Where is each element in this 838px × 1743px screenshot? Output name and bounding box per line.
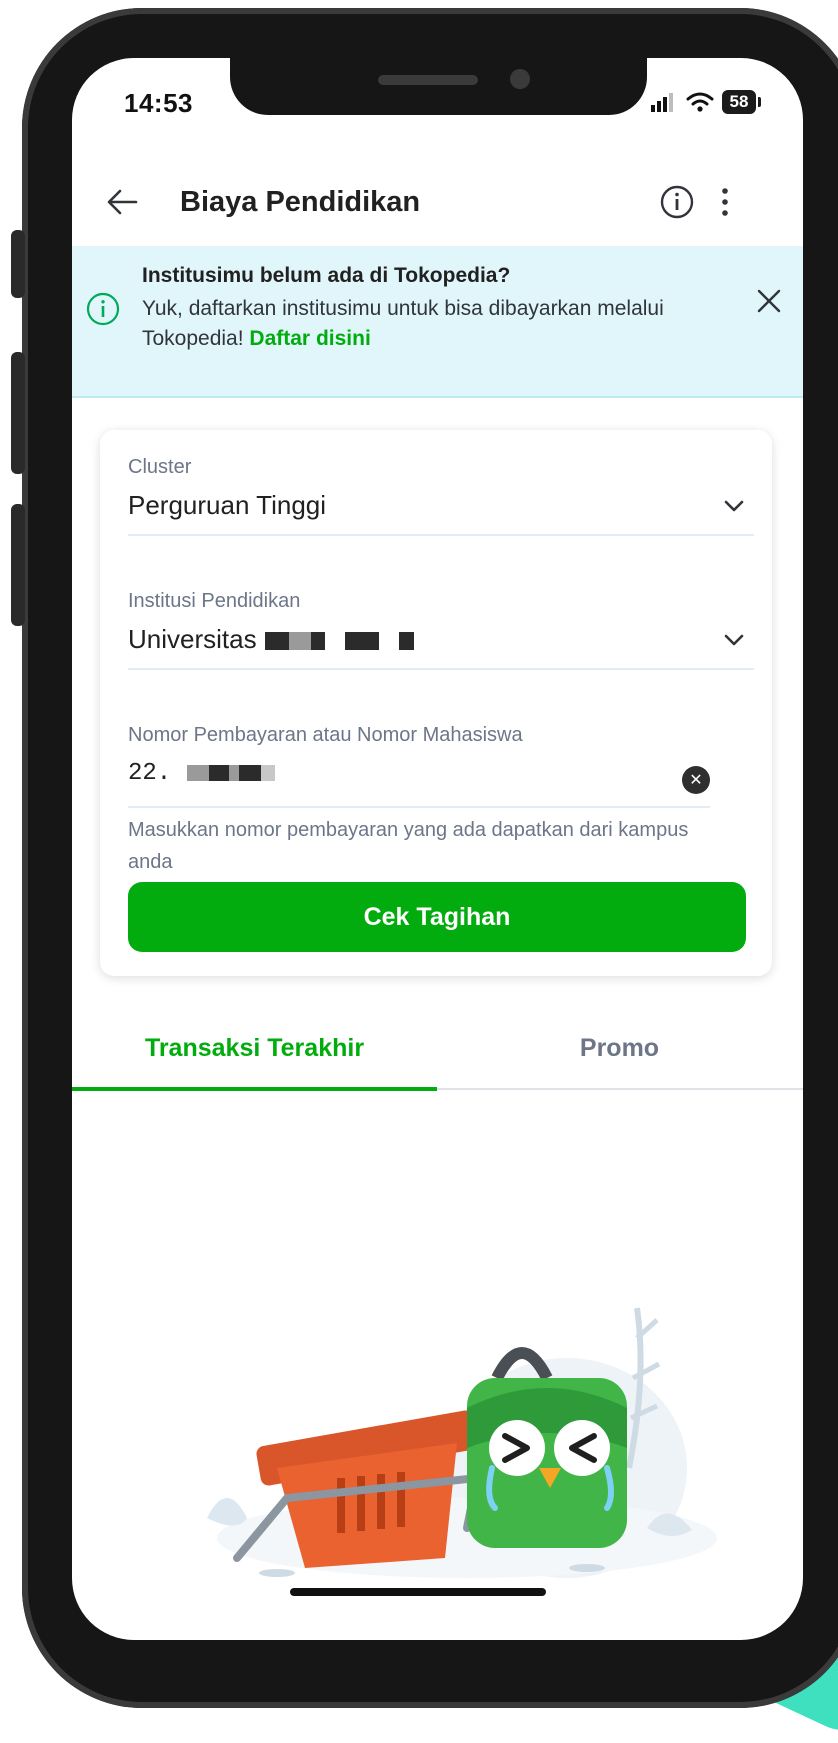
phone-volume-down-button (11, 504, 25, 626)
battery-tip (758, 97, 761, 107)
institution-select[interactable]: Universitas (128, 624, 414, 655)
home-indicator (290, 1588, 546, 1596)
notch-speaker (378, 75, 478, 85)
cellular-signal-icon (651, 93, 673, 112)
chevron-down-icon[interactable] (720, 626, 748, 654)
tab-bar: Transaksi Terakhir Promo (72, 1008, 803, 1091)
banner-title: Institusimu belum ada di Tokopedia? (142, 264, 511, 287)
app-screen: 14:53 58 Biaya Pendidikan Institusimu be… (72, 58, 803, 1640)
battery-indicator: 58 (722, 90, 756, 114)
institution-value: Universitas (128, 624, 257, 654)
institution-underline (128, 668, 754, 670)
tab-promo[interactable]: Promo (437, 1008, 802, 1088)
banner-text: Yuk, daftarkan institusimu untuk bisa di… (142, 294, 702, 354)
cluster-select[interactable]: Perguruan Tinggi (128, 490, 326, 521)
app-header: Biaya Pendidikan (72, 158, 803, 248)
phone-side-button (11, 230, 25, 298)
cluster-label: Cluster (128, 456, 192, 478)
empty-state-illustration (207, 1307, 717, 1578)
info-banner: Institusimu belum ada di Tokopedia? Yuk,… (72, 246, 803, 398)
redacted-text (187, 764, 210, 781)
status-icons: 58 (650, 88, 761, 116)
clear-input-icon[interactable]: ✕ (682, 766, 710, 794)
redacted-text (344, 632, 379, 651)
payment-number-input[interactable]: 22. (128, 760, 276, 787)
redacted-text (229, 764, 240, 781)
info-icon[interactable] (657, 182, 697, 222)
redacted-text (288, 632, 311, 651)
payment-number-value: 22. (128, 760, 172, 787)
chevron-down-icon[interactable] (720, 492, 748, 520)
banner-message: Yuk, daftarkan institusimu untuk bisa di… (142, 297, 664, 350)
register-institution-link[interactable]: Daftar disini (249, 327, 370, 350)
payment-form-card: Cluster Perguruan Tinggi Institusi Pendi… (100, 430, 772, 976)
page-title: Biaya Pendidikan (180, 186, 421, 218)
phone-notch (230, 58, 647, 115)
redacted-text (310, 632, 325, 651)
status-time: 14:53 (124, 88, 193, 118)
wifi-icon (686, 92, 714, 112)
back-arrow-icon[interactable] (102, 182, 142, 222)
info-circle-icon (86, 292, 120, 326)
redacted-text (264, 632, 289, 651)
payment-number-label: Nomor Pembayaran atau Nomor Mahasiswa (128, 724, 523, 746)
active-tab-indicator (72, 1087, 437, 1091)
more-options-icon[interactable] (705, 182, 745, 222)
tab-recent-transactions[interactable]: Transaksi Terakhir (72, 1008, 437, 1088)
redacted-text (261, 764, 276, 781)
payment-number-underline (128, 806, 710, 808)
payment-number-helper: Masukkan nomor pembayaran yang ada dapat… (128, 819, 689, 873)
close-icon[interactable] (752, 284, 786, 318)
phone-volume-up-button (11, 352, 25, 474)
institution-label: Institusi Pendidikan (128, 590, 301, 612)
notch-camera (510, 69, 530, 89)
redacted-text (209, 764, 230, 781)
cluster-underline (128, 534, 754, 536)
check-bill-button[interactable]: Cek Tagihan (128, 882, 746, 952)
redacted-text (398, 632, 414, 651)
redacted-text (239, 764, 262, 781)
